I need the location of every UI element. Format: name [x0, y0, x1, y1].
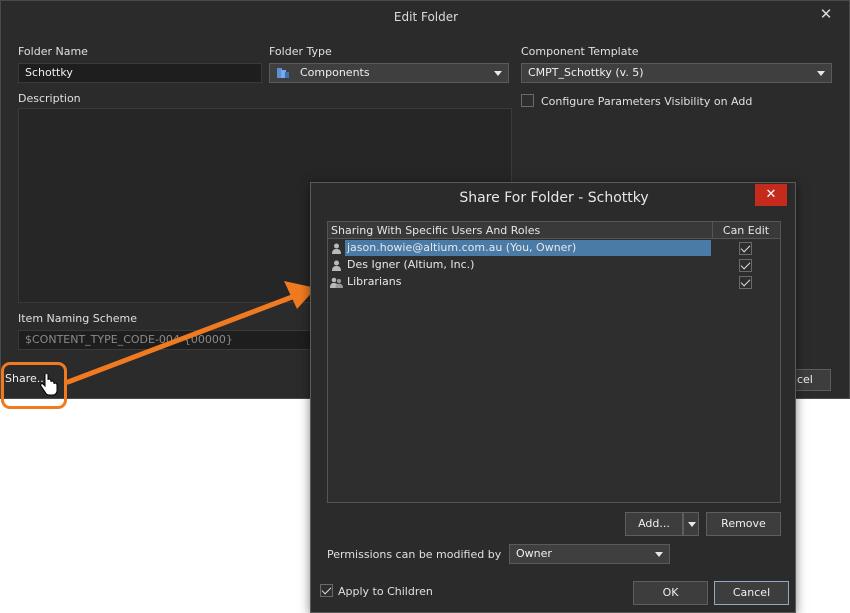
chevron-down-icon	[688, 522, 696, 527]
table-row[interactable]: Des Igner (Altium, Inc.)	[328, 257, 780, 274]
add-button[interactable]: Add...	[625, 512, 683, 536]
ok-button[interactable]: OK	[633, 581, 708, 605]
row-name: jason.howie@altium.com.au (You, Owner)	[345, 240, 711, 256]
close-icon[interactable]: ✕	[755, 184, 787, 206]
table-row[interactable]: jason.howie@altium.com.au (You, Owner)	[328, 240, 780, 257]
group-icon	[330, 277, 343, 288]
add-button-label: Add...	[638, 517, 670, 530]
chevron-down-icon	[655, 552, 663, 557]
remove-button[interactable]: Remove	[706, 512, 781, 536]
permissions-label: Permissions can be modified by	[327, 548, 502, 561]
add-dropdown-button[interactable]	[683, 512, 699, 536]
user-icon	[332, 243, 341, 254]
sharing-table: Sharing With Specific Users And Roles Ca…	[327, 221, 781, 503]
column-divider	[712, 222, 713, 239]
row-name: Des Igner (Altium, Inc.)	[347, 258, 475, 271]
row-name: Librarians	[347, 275, 402, 288]
apply-to-children-label: Apply to Children	[338, 585, 433, 598]
column-header-users: Sharing With Specific Users And Roles	[331, 224, 541, 237]
cancel-button[interactable]: Cancel	[714, 581, 789, 605]
dialog-title: Share For Folder - Schottky	[459, 190, 649, 206]
apply-to-children-checkbox[interactable]	[320, 584, 333, 597]
permissions-value: Owner	[516, 547, 552, 560]
share-folder-dialog: Share For Folder - Schottky ✕ Sharing Wi…	[310, 182, 796, 613]
user-icon	[332, 260, 341, 271]
permissions-dropdown[interactable]: Owner	[509, 544, 670, 564]
table-row[interactable]: Librarians	[328, 274, 780, 291]
can-edit-checkbox[interactable]	[739, 276, 752, 289]
can-edit-checkbox[interactable]	[739, 242, 752, 255]
table-header: Sharing With Specific Users And Roles Ca…	[328, 222, 780, 239]
column-header-can-edit: Can Edit	[722, 224, 770, 237]
can-edit-checkbox[interactable]	[739, 259, 752, 272]
